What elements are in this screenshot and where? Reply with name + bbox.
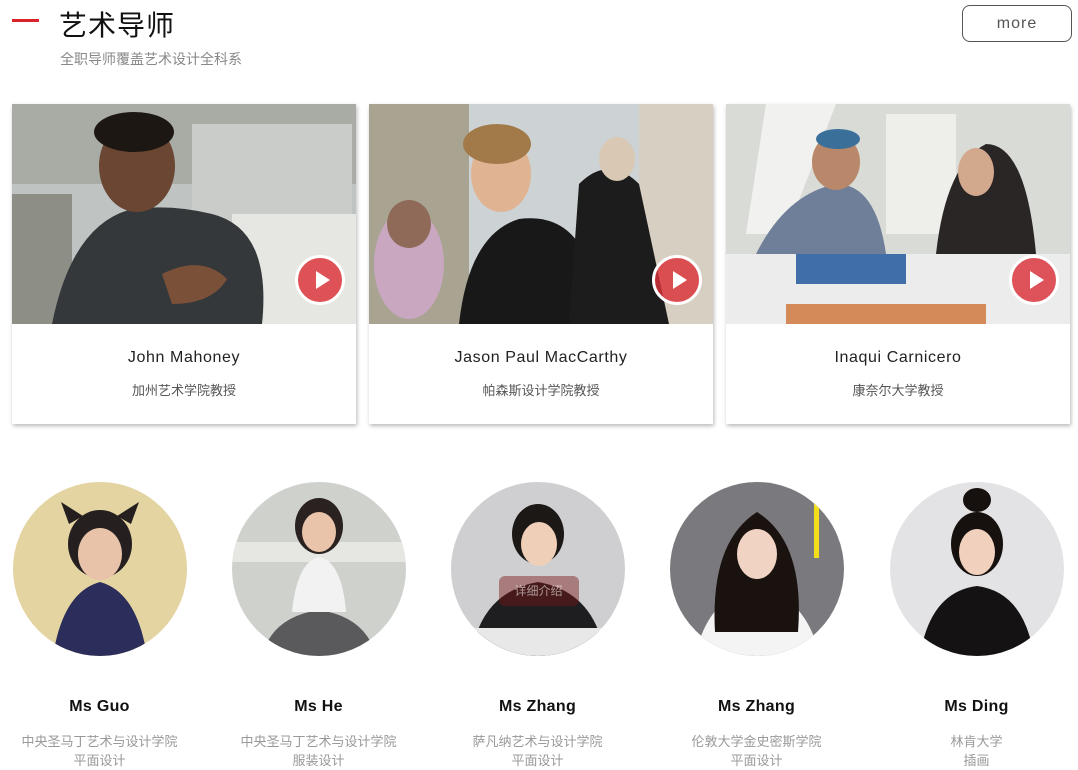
teacher-major: 插画 <box>963 753 990 768</box>
teacher-avatar[interactable]: 详细介绍 <box>450 482 625 656</box>
mentor-school: 康奈尔大学教授 <box>852 383 944 398</box>
teacher-name: Ms Ding <box>944 698 1009 715</box>
play-icon[interactable] <box>295 255 345 305</box>
play-icon[interactable] <box>1009 255 1059 305</box>
teacher-major: 平面设计 <box>730 753 783 768</box>
more-button[interactable]: more <box>962 5 1072 42</box>
teacher-avatar[interactable] <box>669 482 844 656</box>
mentor-card[interactable]: John Mahoney 加州艺术学院教授 <box>12 104 356 424</box>
teacher-avatar[interactable] <box>231 482 406 656</box>
teacher-item[interactable]: Ms He 中央圣马丁艺术与设计学院 服装设计 <box>209 482 428 768</box>
teacher-school: 中央圣马丁艺术与设计学院 <box>240 734 397 749</box>
section-subtitle: 全职导师覆盖艺术设计全科系 <box>60 51 242 67</box>
mentor-name: Inaqui Carnicero <box>834 349 962 366</box>
teacher-avatar[interactable] <box>889 482 1064 656</box>
teacher-school: 林肯大学 <box>950 734 1003 749</box>
teacher-item[interactable]: Ms Ding 林肯大学 插画 <box>867 482 1078 768</box>
play-icon[interactable] <box>652 255 702 305</box>
title-accent-bar <box>12 19 39 22</box>
teacher-item[interactable]: Ms Guo 中央圣马丁艺术与设计学院 平面设计 <box>0 482 209 768</box>
teacher-name: Ms Zhang <box>717 698 796 715</box>
mentor-name: Jason Paul MacCarthy <box>454 349 628 366</box>
teacher-major: 平面设计 <box>511 753 564 768</box>
teacher-major: 平面设计 <box>73 753 126 768</box>
teacher-major: 服装设计 <box>292 753 345 768</box>
mentor-card[interactable]: Inaqui Carnicero 康奈尔大学教授 <box>726 104 1070 424</box>
mentor-school: 帕森斯设计学院教授 <box>482 383 600 398</box>
teacher-school: 伦敦大学金史密斯学院 <box>691 734 822 749</box>
detail-intro-button[interactable]: 详细介绍 <box>498 576 579 606</box>
teacher-name: Ms He <box>294 698 343 715</box>
mentor-card[interactable]: Jason Paul MacCarthy 帕森斯设计学院教授 <box>369 104 713 424</box>
teacher-name: Ms Zhang <box>498 698 577 715</box>
teacher-school: 萨凡纳艺术与设计学院 <box>472 734 603 749</box>
section-header: 艺术导师 全职导师覆盖艺术设计全科系 more <box>0 0 1078 80</box>
teacher-item[interactable]: Ms Zhang 伦敦大学金史密斯学院 平面设计 <box>647 482 866 768</box>
teacher-avatar[interactable] <box>12 482 187 656</box>
mentor-school: 加州艺术学院教授 <box>131 383 236 398</box>
mentor-name: John Mahoney <box>127 349 241 366</box>
teacher-item[interactable]: 详细介绍 Ms Zhang 萨凡纳艺术与设计学院 平面设计 <box>428 482 647 768</box>
teacher-school: 中央圣马丁艺术与设计学院 <box>21 734 178 749</box>
section-title: 艺术导师 <box>59 10 176 41</box>
teacher-name: Ms Guo <box>69 698 130 715</box>
